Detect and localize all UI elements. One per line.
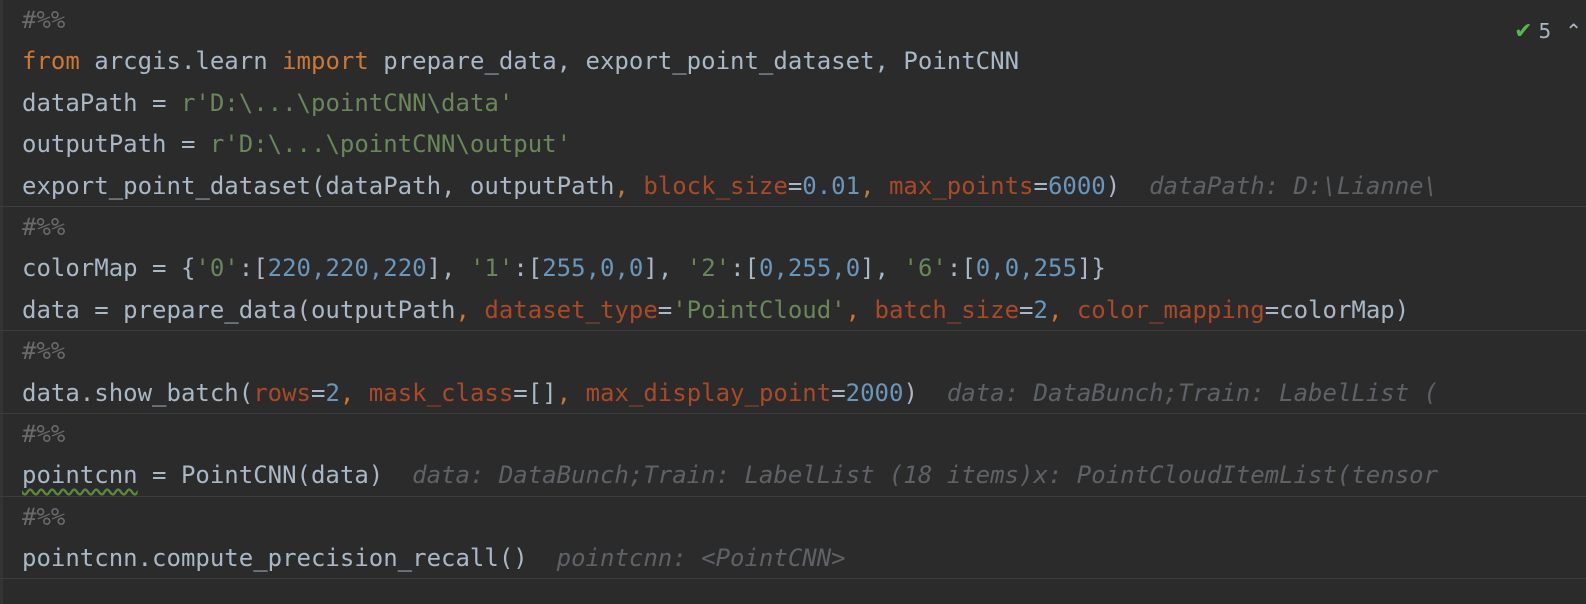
param-name: dataset_type bbox=[484, 295, 658, 324]
code-line[interactable]: export_point_dataset(dataPath, outputPat… bbox=[0, 166, 1586, 208]
keyword: import bbox=[282, 47, 369, 76]
param-name: rows bbox=[253, 378, 311, 407]
param-name: mask_class bbox=[368, 378, 514, 407]
code-line[interactable]: data.show_batch(rows=2, mask_class=[], m… bbox=[0, 373, 1586, 415]
string-literal: 'PointCloud' bbox=[672, 295, 846, 324]
string-literal: r'D:\...\pointCNN\data' bbox=[180, 88, 514, 117]
code-line[interactable]: pointcnn = PointCNN(data) data: DataBunc… bbox=[0, 455, 1586, 498]
code-line[interactable]: from arcgis.learn import prepare_data, e… bbox=[22, 41, 1586, 82]
cell-marker: #%% bbox=[22, 212, 66, 241]
code-area[interactable]: #%% from arcgis.learn import prepare_dat… bbox=[0, 0, 1586, 580]
code-line[interactable]: colorMap = {'0':[220,220,220], '1':[255,… bbox=[22, 248, 1586, 289]
param-name: batch_size bbox=[874, 295, 1020, 324]
inline-debug-hint: data: DataBunch;Train: LabelList ( bbox=[946, 378, 1439, 407]
gutter bbox=[0, 0, 3, 604]
cell-marker: #%% bbox=[22, 337, 66, 366]
number-literal: 6000 bbox=[1047, 171, 1106, 200]
code-line[interactable]: data = prepare_data(outputPath, dataset_… bbox=[0, 290, 1586, 332]
cell-marker: #%% bbox=[22, 502, 66, 531]
number-literal: 0.01 bbox=[802, 171, 861, 200]
cell-marker: #%% bbox=[22, 419, 66, 448]
code-editor[interactable]: ✔ 5 ⌃ #%% from arcgis.learn import prepa… bbox=[0, 0, 1586, 604]
param-name: color_mapping bbox=[1076, 295, 1265, 324]
number-literal: 2 bbox=[325, 378, 340, 407]
code-line[interactable]: outputPath = r'D:\...\pointCNN\output' bbox=[22, 124, 1586, 165]
code-line[interactable]: dataPath = r'D:\...\pointCNN\data' bbox=[22, 83, 1586, 124]
number-literal: 2 bbox=[1033, 295, 1048, 324]
inline-debug-hint: data: DataBunch;Train: LabelList (18 ite… bbox=[412, 461, 1439, 490]
param-name: max_display_point bbox=[585, 378, 832, 407]
inline-debug-hint: pointcnn: <PointCNN> bbox=[556, 544, 846, 573]
inline-debug-hint: dataPath: D:\Lianne\ bbox=[1149, 171, 1439, 200]
typo-warning-underline[interactable]: pointcnn bbox=[22, 461, 138, 489]
keyword: from bbox=[22, 47, 80, 76]
param-name: block_size bbox=[643, 171, 788, 200]
code-line[interactable]: pointcnn.compute_precision_recall() poin… bbox=[0, 538, 1586, 580]
param-name: max_points bbox=[888, 171, 1034, 200]
number-literal: 2000 bbox=[845, 378, 904, 407]
string-literal: r'D:\...\pointCNN\output' bbox=[209, 130, 572, 159]
cell-marker: #%% bbox=[22, 6, 66, 34]
